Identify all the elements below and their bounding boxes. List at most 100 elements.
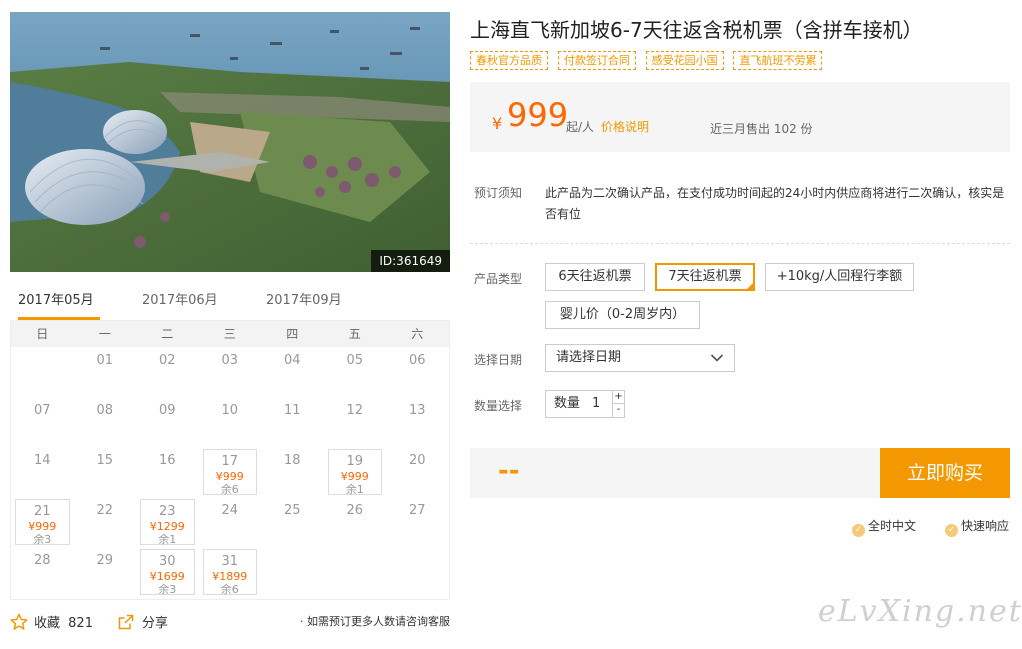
calendar-day-box: 17 ¥999 余6 bbox=[202, 449, 257, 496]
weekday-tue: 二 bbox=[161, 327, 174, 341]
calendar-day: 28 bbox=[11, 547, 74, 597]
tab-month-2017-06[interactable]: 2017年06月 bbox=[142, 290, 218, 320]
divider bbox=[470, 243, 1010, 244]
quantity-stepper[interactable]: 数量 1 + - bbox=[545, 390, 625, 418]
favorite-count: 821 bbox=[68, 616, 93, 631]
calendar-day-box: 01 bbox=[78, 349, 133, 395]
share-icon bbox=[118, 614, 134, 630]
calendar-day-box bbox=[15, 349, 70, 395]
calendar-day[interactable]: 23 ¥1299 余1 bbox=[136, 497, 199, 547]
calendar-day-box bbox=[265, 549, 320, 595]
type-option-luggage[interactable]: +10kg/人回程行李额 bbox=[765, 263, 914, 291]
type-option-7day[interactable]: 7天往返机票 bbox=[655, 263, 755, 291]
calendar-day: 20 bbox=[386, 447, 449, 497]
calendar-day-remaining: 余3 bbox=[33, 533, 52, 546]
calendar-body: 01 02 03 04 05 06 07 08 09 10 11 12 13 14 15 16 17 ¥999 余6… bbox=[11, 347, 449, 597]
calendar-day bbox=[11, 347, 74, 397]
calendar-day-number: 19 bbox=[346, 454, 364, 469]
calendar-week: 07 08 09 10 11 12 13 bbox=[11, 397, 449, 447]
calendar-day bbox=[324, 547, 387, 597]
price-currency: ¥ bbox=[492, 114, 503, 133]
price-box: ¥ 999 起/人 价格说明 近三月售出 102 份 bbox=[470, 82, 1010, 152]
calendar-day[interactable]: 21 ¥999 余3 bbox=[11, 497, 74, 547]
calendar-week: 21 ¥999 余3 22 23 ¥1299 余1 24 25 26 27 bbox=[11, 497, 449, 547]
date-select-value: 请选择日期 bbox=[556, 350, 622, 365]
calendar-day: 13 bbox=[386, 397, 449, 447]
calendar-day-box: 25 bbox=[265, 499, 320, 545]
calendar-day-box: 21 ¥999 余3 bbox=[15, 499, 70, 546]
calendar-day-box bbox=[390, 549, 445, 595]
favorite-button[interactable]: 收藏 821 bbox=[10, 612, 93, 631]
tab-month-2017-09[interactable]: 2017年09月 bbox=[266, 290, 342, 320]
calendar-day-box: 15 bbox=[78, 449, 133, 495]
product-tags: 春秋官方品质 付款签订合同 感受花园小国 直飞航班不劳累 bbox=[470, 51, 828, 71]
tag-contract: 付款签订合同 bbox=[557, 51, 636, 70]
calendar-day bbox=[261, 547, 324, 597]
calendar-day: 16 bbox=[136, 447, 199, 497]
calendar-day-number: 20 bbox=[408, 453, 426, 468]
type-option-infant[interactable]: 婴儿价（0-2周岁内） bbox=[545, 301, 700, 329]
quantity-value: 1 bbox=[592, 396, 601, 411]
calendar-day-number: 01 bbox=[96, 353, 114, 368]
calendar-day-price: ¥999 bbox=[215, 470, 244, 483]
calendar-day-box: 23 ¥1299 余1 bbox=[140, 499, 195, 546]
tag-garden-country: 感受花园小国 bbox=[645, 51, 724, 70]
price-explain-link[interactable]: 价格说明 bbox=[601, 118, 649, 135]
calendar-day-number: 22 bbox=[96, 503, 114, 518]
calendar-day-number: 04 bbox=[283, 353, 301, 368]
calendar-day-box: 31 ¥1899 余6 bbox=[202, 549, 257, 596]
tag-official-quality: 春秋官方品质 bbox=[470, 51, 548, 70]
product-photo: ID:361649 bbox=[10, 12, 450, 272]
calendar-day-number: 21 bbox=[33, 504, 51, 519]
calendar-day-remaining: 余6 bbox=[220, 583, 239, 596]
calendar-day: 22 bbox=[74, 497, 137, 547]
calendar-day-price: ¥1899 bbox=[212, 570, 248, 583]
calendar-day[interactable]: 17 ¥999 余6 bbox=[199, 447, 262, 497]
calendar-day-box: 16 bbox=[140, 449, 195, 495]
calendar-day-number: 16 bbox=[158, 453, 176, 468]
date-select[interactable]: 请选择日期 bbox=[545, 344, 735, 372]
calendar-day-number: 24 bbox=[221, 503, 239, 518]
calendar-day-remaining: 余3 bbox=[158, 583, 177, 596]
calendar-day-box: 10 bbox=[203, 399, 258, 445]
calendar-day-number: 31 bbox=[221, 554, 239, 569]
tag-direct-flight: 直飞航班不劳累 bbox=[733, 51, 823, 70]
calendar-day-price: ¥999 bbox=[340, 470, 369, 483]
weekday-sat: 六 bbox=[411, 327, 424, 341]
calendar-day[interactable]: 31 ¥1899 余6 bbox=[199, 547, 262, 597]
total-price: -- bbox=[498, 456, 520, 486]
calendar-day: 14 bbox=[11, 447, 74, 497]
quantity-minus-button[interactable]: - bbox=[612, 404, 624, 417]
calendar-day-number: 14 bbox=[33, 453, 51, 468]
calendar-day: 01 bbox=[74, 347, 137, 397]
calendar-day[interactable]: 30 ¥1699 余3 bbox=[136, 547, 199, 597]
quantity-plus-button[interactable]: + bbox=[612, 391, 624, 404]
check-icon: ✓ bbox=[945, 524, 958, 537]
calendar-day-number: 06 bbox=[408, 353, 426, 368]
calendar-day-number: 11 bbox=[283, 403, 301, 418]
share-button[interactable]: 分享 bbox=[118, 612, 168, 631]
calendar-day-number: 28 bbox=[33, 553, 51, 568]
calendar-day: 15 bbox=[74, 447, 137, 497]
star-icon bbox=[10, 613, 28, 630]
calendar-day-box: 20 bbox=[390, 449, 445, 495]
calendar-day: 03 bbox=[199, 347, 262, 397]
calendar-day: 24 bbox=[199, 497, 262, 547]
buy-now-button[interactable]: 立即购买 bbox=[880, 448, 1010, 498]
guarantee-fast-label: 快速响应 bbox=[961, 519, 1010, 533]
calendar-day-box: 28 bbox=[15, 549, 70, 595]
type-option-6day[interactable]: 6天往返机票 bbox=[545, 263, 645, 291]
calendar-day-box: 12 bbox=[328, 399, 383, 445]
calendar-day[interactable]: 19 ¥999 余1 bbox=[324, 447, 387, 497]
calendar-day-box: 06 bbox=[390, 349, 445, 395]
tab-month-2017-05[interactable]: 2017年05月 bbox=[18, 290, 100, 320]
chevron-down-icon bbox=[710, 354, 724, 362]
calendar-day-box: 22 bbox=[78, 499, 133, 545]
calendar-day-box: 03 bbox=[203, 349, 258, 395]
calendar-day: 27 bbox=[386, 497, 449, 547]
calendar-day: 08 bbox=[74, 397, 137, 447]
month-tabs: 2017年05月 2017年06月 2017年09月 bbox=[10, 286, 450, 320]
guarantee-fast: ✓ 快速响应 bbox=[945, 517, 1009, 537]
calendar-day-remaining: 余6 bbox=[220, 483, 239, 496]
date-label: 选择日期 bbox=[474, 353, 523, 367]
